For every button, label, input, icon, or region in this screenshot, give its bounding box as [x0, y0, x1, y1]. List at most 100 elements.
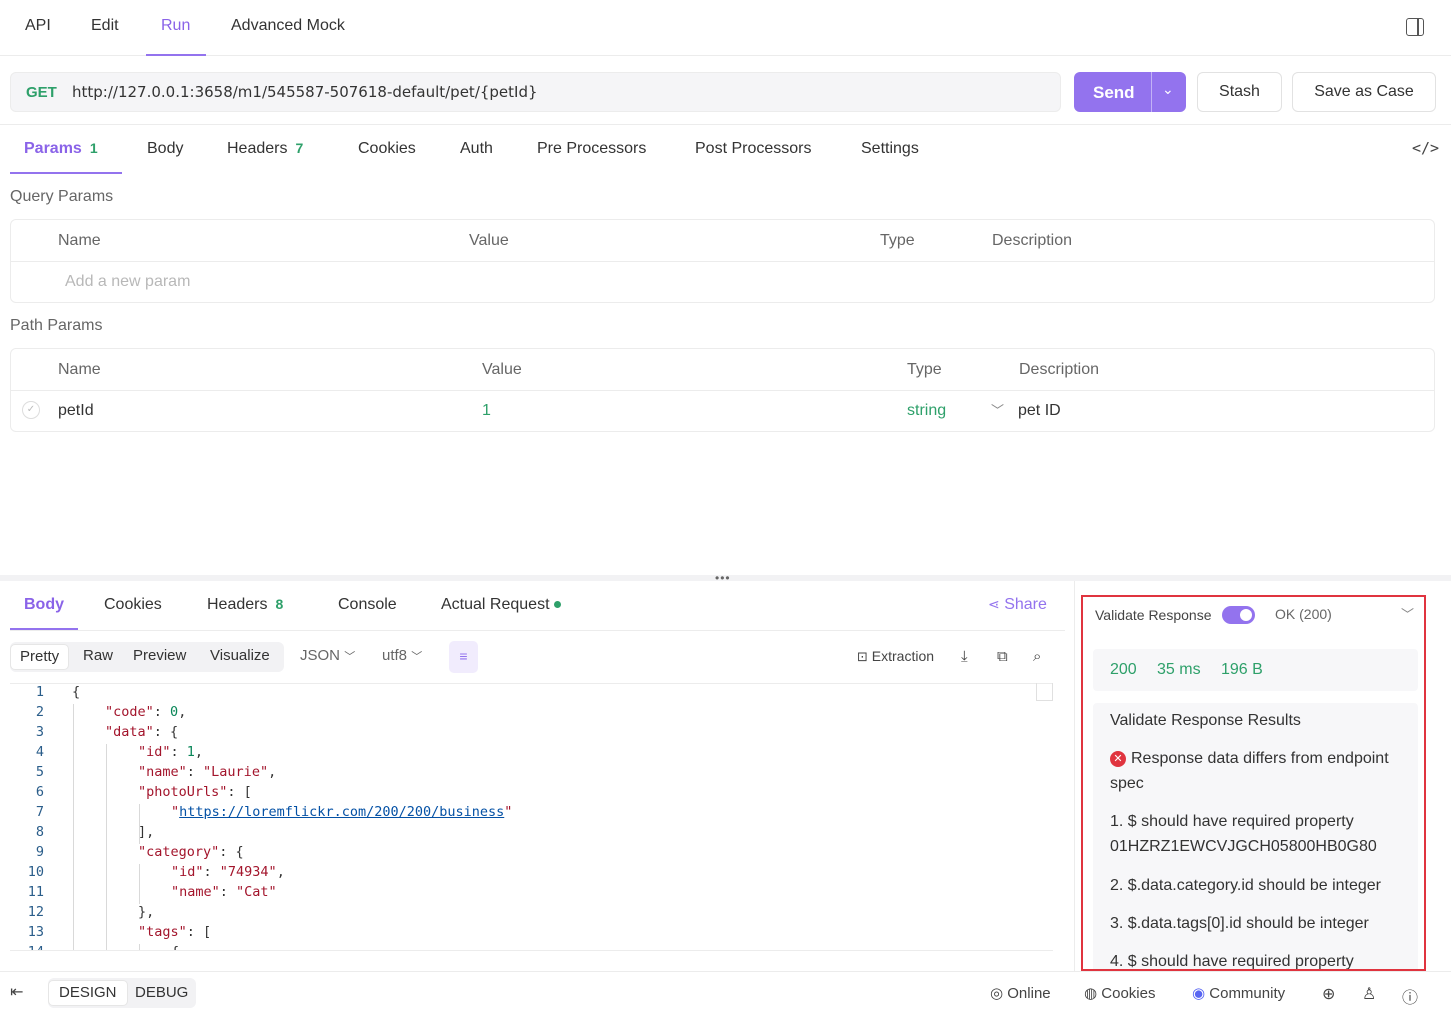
- discord-icon: ◉: [1192, 985, 1206, 1002]
- param-type[interactable]: string: [907, 402, 946, 420]
- encoding-select[interactable]: utf8 ﹀: [382, 647, 422, 664]
- response-time: 35 ms: [1157, 661, 1201, 678]
- active-tab-indicator: [146, 54, 206, 56]
- tab-headers[interactable]: Headers 7: [227, 140, 303, 158]
- tab-actual-request[interactable]: Actual Request: [441, 596, 561, 614]
- http-method[interactable]: GET: [26, 84, 57, 101]
- tab-pre-processors[interactable]: Pre Processors: [537, 140, 646, 158]
- save-as-case-button[interactable]: Save as Case: [1292, 72, 1436, 112]
- raw-button[interactable]: Raw: [83, 647, 113, 664]
- enable-checkbox[interactable]: ✓: [22, 401, 40, 419]
- add-param-input[interactable]: Add a new param: [65, 273, 190, 291]
- toggle-panel-icon[interactable]: [1406, 18, 1424, 36]
- drag-handle-icon[interactable]: •••: [715, 571, 731, 585]
- request-tab-bar: Params 1 Body Headers 7 Cookies Auth Pre P…: [0, 124, 1451, 174]
- validation-error: 2. $.data.category.id should be integer: [1110, 877, 1381, 894]
- tab-response-body[interactable]: Body: [24, 596, 64, 614]
- results-title: Validate Response Results: [1110, 712, 1301, 729]
- param-name[interactable]: petId: [58, 402, 94, 420]
- online-status[interactable]: ◎ Online: [990, 984, 1051, 1002]
- indent-guide: [73, 704, 74, 950]
- line-number: 5: [35, 764, 44, 780]
- path-params-table: Name Value Type Description ✓ petId 1 st…: [10, 348, 1435, 432]
- response-stats: 200 35 ms 196 B: [1093, 649, 1418, 691]
- tab-advanced-mock[interactable]: Advanced Mock: [231, 17, 345, 35]
- top-tab-bar: API Edit Run Advanced Mock: [0, 0, 1451, 56]
- help-icon[interactable]: ⓘ: [1402, 984, 1418, 1008]
- tab-body[interactable]: Body: [147, 140, 183, 158]
- copy-icon[interactable]: ⧉: [997, 648, 1008, 665]
- column-header: Value: [469, 232, 509, 249]
- tab-auth[interactable]: Auth: [460, 140, 493, 158]
- indent-guide: [139, 864, 140, 904]
- chevron-down-icon[interactable]: ⌄: [1162, 81, 1174, 98]
- format-select[interactable]: JSON ﹀: [300, 647, 355, 664]
- code-line: "name": "Cat": [171, 884, 277, 900]
- chevron-down-icon: ﹀: [344, 651, 356, 663]
- tab-api[interactable]: API: [25, 17, 51, 35]
- code-icon[interactable]: </>: [1412, 139, 1439, 157]
- tab-response-headers[interactable]: Headers 8: [207, 596, 283, 614]
- code-line: },: [138, 904, 155, 920]
- debug-mode-button[interactable]: DEBUG: [135, 984, 188, 1001]
- active-tab-indicator: [10, 172, 122, 174]
- response-body-editor[interactable]: 1 {2 "code": 0, 3 "data": {4 "id": 1, 5 "name":…: [10, 683, 1053, 951]
- stash-button[interactable]: Stash: [1197, 72, 1282, 112]
- word-wrap-icon[interactable]: ≡: [449, 641, 478, 673]
- visualize-button[interactable]: Visualize: [210, 647, 270, 664]
- tab-params[interactable]: Params 1: [24, 140, 98, 158]
- url-bar[interactable]: GET http://127.0.0.1:3658/m1/545587-5076…: [10, 72, 1061, 112]
- cookies-button[interactable]: ◍ Cookies: [1084, 984, 1155, 1002]
- code-line: {: [171, 944, 179, 950]
- tab-cookies[interactable]: Cookies: [358, 140, 416, 158]
- indent-guide: [106, 744, 107, 950]
- collapse-sidebar-icon[interactable]: ⇤: [10, 982, 23, 1002]
- validate-response-label: Validate Response: [1095, 607, 1212, 623]
- code-line: "data": {: [105, 724, 179, 740]
- download-icon[interactable]: ⤓: [961, 648, 968, 665]
- line-number: 13: [27, 924, 44, 940]
- chevron-down-icon: ﹀: [411, 651, 423, 663]
- validation-error: 4. $ should have required property: [1110, 953, 1354, 970]
- upload-icon[interactable]: ⊕: [1322, 984, 1335, 1004]
- status-code: 200: [1110, 661, 1137, 678]
- tab-run[interactable]: Run: [161, 17, 190, 35]
- tab-edit[interactable]: Edit: [91, 17, 119, 35]
- extraction-icon: ⊡: [857, 649, 868, 664]
- line-number: 14: [10, 944, 44, 950]
- pretty-button[interactable]: Pretty: [10, 644, 70, 670]
- design-mode-button[interactable]: DESIGN: [48, 980, 128, 1006]
- validate-response-toggle[interactable]: [1222, 606, 1255, 624]
- code-line: {: [72, 684, 81, 700]
- scrollbar[interactable]: [1036, 683, 1053, 701]
- column-header: Description: [1019, 361, 1100, 378]
- send-button[interactable]: Send ⌄: [1074, 72, 1186, 112]
- chevron-down-icon[interactable]: ﹀: [991, 400, 1004, 419]
- line-number: 4: [35, 744, 44, 760]
- shirt-icon[interactable]: ♙: [1362, 984, 1376, 1004]
- tab-response-cookies[interactable]: Cookies: [104, 596, 162, 614]
- response-spec-select[interactable]: OK (200): [1275, 606, 1332, 622]
- search-icon[interactable]: ⌕: [1033, 648, 1041, 665]
- url-input[interactable]: http://127.0.0.1:3658/m1/545587-507618-d…: [72, 83, 538, 101]
- share-icon: ⋖: [988, 596, 1000, 612]
- line-number: 11: [27, 884, 44, 900]
- view-mode-group: Pretty Raw Preview Visualize: [10, 642, 284, 672]
- extraction-button[interactable]: ⊡ Extraction: [857, 648, 934, 665]
- column-header: Type: [907, 361, 942, 378]
- community-button[interactable]: ◉ Community: [1192, 984, 1285, 1002]
- param-value[interactable]: 1: [482, 402, 491, 420]
- tab-settings[interactable]: Settings: [861, 140, 919, 158]
- validation-error: 3. $.data.tags[0].id should be integer: [1110, 915, 1369, 932]
- share-button[interactable]: ⋖ Share: [988, 596, 1047, 614]
- line-number: 3: [35, 724, 44, 740]
- tab-console[interactable]: Console: [338, 596, 397, 614]
- query-params-table: Name Value Type Description Add a new pa…: [10, 219, 1435, 303]
- chevron-down-icon[interactable]: ﹀: [1401, 604, 1414, 623]
- tab-post-processors[interactable]: Post Processors: [695, 140, 811, 158]
- param-description[interactable]: pet ID: [1018, 402, 1061, 420]
- divider: [10, 630, 1065, 631]
- preview-button[interactable]: Preview: [133, 647, 186, 664]
- column-header: Name: [58, 361, 101, 378]
- error-summary: ✕ Response data differs from endpoint spe…: [1110, 750, 1389, 792]
